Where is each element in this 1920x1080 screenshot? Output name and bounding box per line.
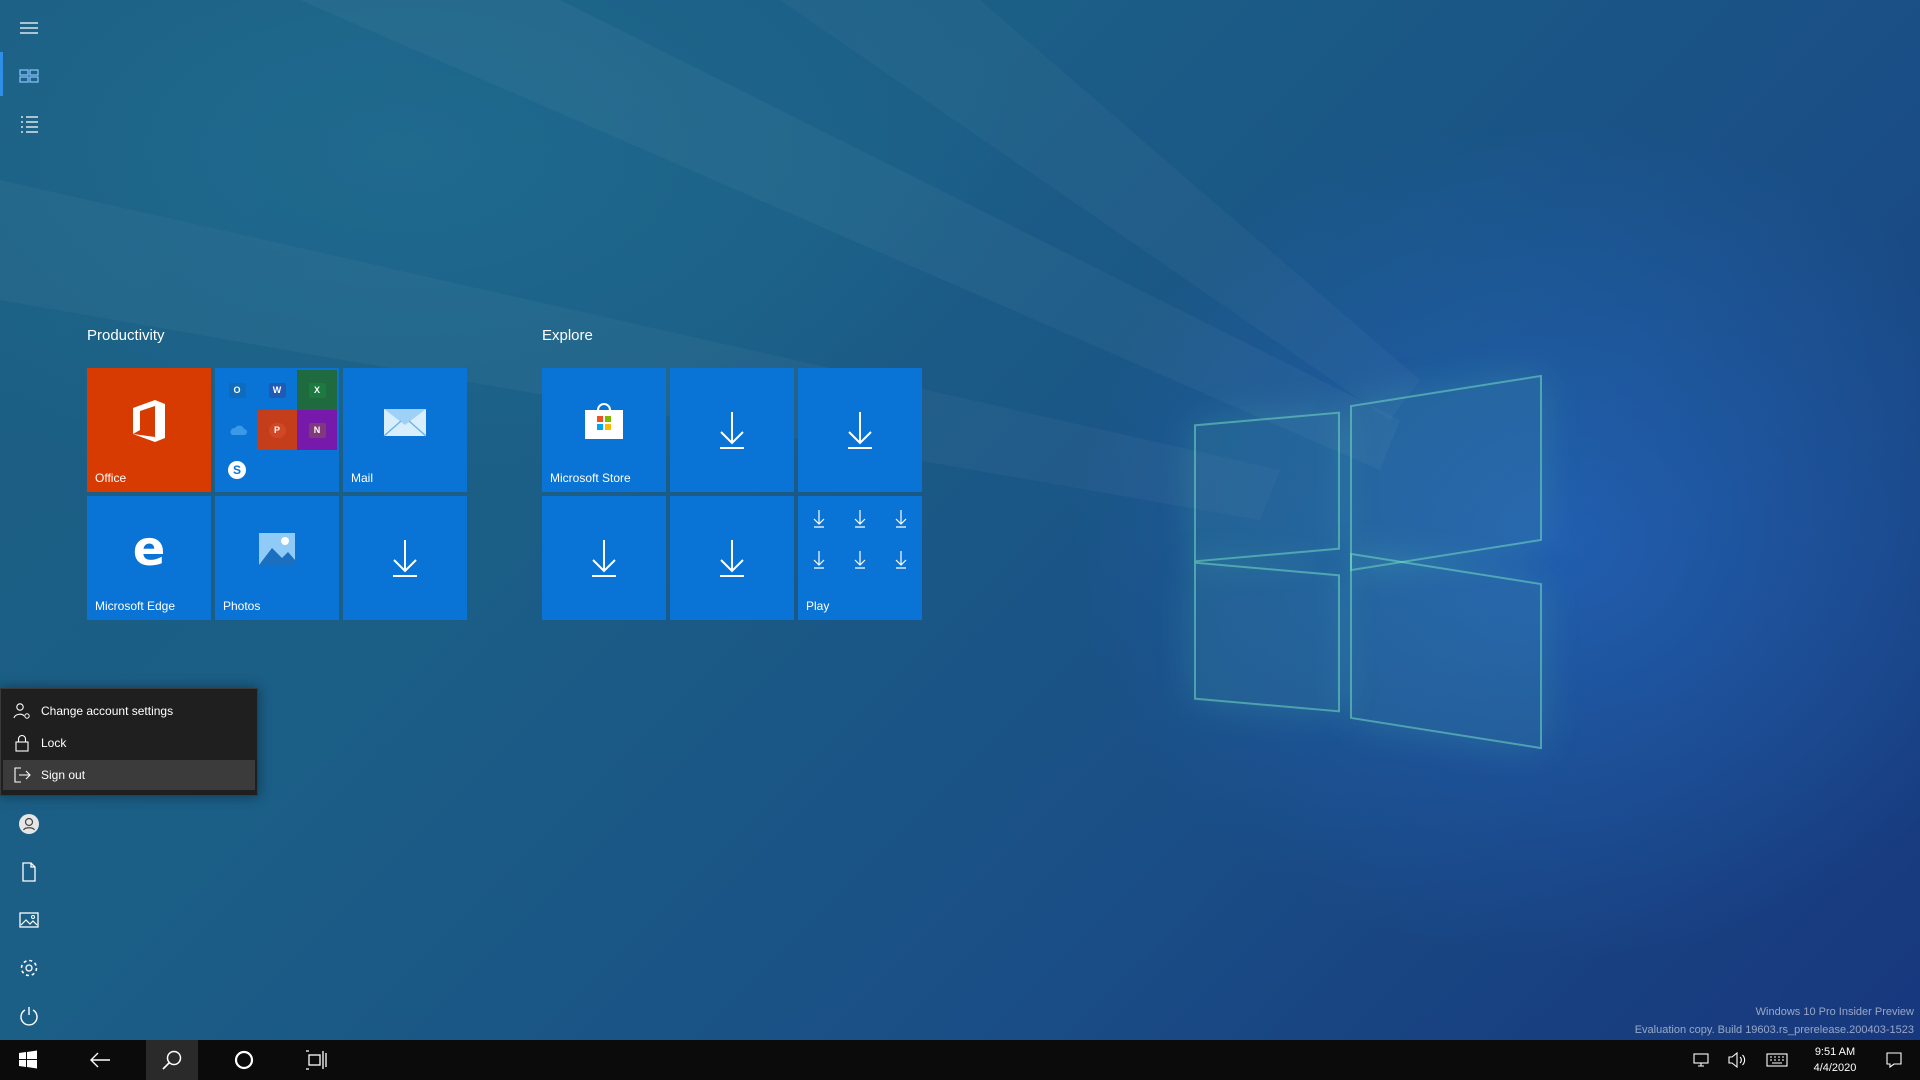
- tile-mail[interactable]: Mail: [343, 368, 467, 492]
- tile-pending-download[interactable]: [343, 496, 467, 620]
- sign-out-item[interactable]: Sign out: [3, 760, 255, 790]
- search-button[interactable]: [146, 1040, 198, 1080]
- powerpoint-icon: P: [257, 410, 297, 450]
- settings-button[interactable]: [0, 944, 58, 992]
- office-icon: [133, 400, 165, 442]
- flyout-item-label: Change account settings: [41, 704, 174, 718]
- outlook-icon: O: [217, 370, 257, 410]
- network-tray-button[interactable]: [1686, 1040, 1716, 1080]
- edge-icon: e: [132, 521, 166, 577]
- skype-icon: S: [217, 450, 257, 490]
- start-button[interactable]: [4, 1040, 52, 1080]
- mail-icon: [383, 409, 427, 437]
- download-icon: [393, 540, 417, 577]
- tile-pending-download[interactable]: [542, 496, 666, 620]
- network-icon: [1693, 1053, 1709, 1067]
- pinned-tiles-button[interactable]: [0, 52, 58, 100]
- tile-office[interactable]: Office: [87, 368, 211, 492]
- tile-label: Mail: [351, 471, 374, 485]
- user-icon: [19, 814, 39, 834]
- volume-tray-button[interactable]: [1722, 1040, 1752, 1080]
- action-center-button[interactable]: [1874, 1040, 1914, 1080]
- all-apps-list-icon: [21, 116, 38, 133]
- tile-label: Play: [806, 599, 830, 613]
- tile-pending-download[interactable]: [670, 496, 794, 620]
- change-account-settings-item[interactable]: Change account settings: [3, 696, 255, 726]
- group-title-explore[interactable]: Explore: [542, 327, 593, 344]
- tile-label: Microsoft Store: [550, 471, 631, 485]
- taskbar: 9:51 AM 4/4/2020: [0, 1040, 1920, 1080]
- clock-time: 9:51 AM: [1814, 1046, 1856, 1058]
- tile-office-apps-folder[interactable]: O W X P N S: [215, 368, 339, 492]
- back-icon: [90, 1052, 110, 1068]
- download-icon: [720, 540, 744, 577]
- taskbar-clock[interactable]: 9:51 AM 4/4/2020: [1800, 1044, 1870, 1076]
- search-icon: [162, 1050, 182, 1070]
- settings-gear-icon: [20, 959, 38, 977]
- build-watermark-line2: Evaluation copy. Build 19603.rs_prerelea…: [1634, 1024, 1914, 1036]
- build-watermark-line1: Windows 10 Pro Insider Preview: [1755, 1006, 1914, 1018]
- photos-icon: [259, 533, 295, 565]
- download-icon: [720, 412, 744, 449]
- power-button[interactable]: [0, 992, 58, 1040]
- tile-play-folder[interactable]: Play: [798, 496, 922, 620]
- onenote-icon: N: [297, 410, 337, 450]
- download-icon: [592, 540, 616, 577]
- all-apps-button[interactable]: [0, 100, 58, 148]
- expand-menu-button[interactable]: [0, 4, 58, 52]
- cortana-button[interactable]: [220, 1040, 268, 1080]
- tile-microsoft-edge[interactable]: e Microsoft Edge: [87, 496, 211, 620]
- tile-label: Office: [95, 471, 127, 485]
- sign-out-icon: [14, 767, 31, 783]
- documents-button[interactable]: [0, 848, 58, 896]
- cortana-icon: [234, 1050, 254, 1070]
- back-button[interactable]: [76, 1040, 124, 1080]
- pinned-tiles-icon: [19, 69, 39, 83]
- power-icon: [20, 1007, 38, 1026]
- user-account-button[interactable]: [0, 800, 58, 848]
- start-left-rail: [0, 0, 58, 1040]
- group-title-productivity[interactable]: Productivity: [87, 327, 165, 344]
- tile-pending-download[interactable]: [670, 368, 794, 492]
- task-view-button[interactable]: [292, 1040, 340, 1080]
- clock-date: 4/4/2020: [1813, 1062, 1857, 1074]
- person-settings-icon: [13, 703, 30, 719]
- account-flyout-menu: Change account settings Lock Sign out: [0, 688, 258, 796]
- lock-item[interactable]: Lock: [3, 728, 255, 758]
- tile-label: Photos: [223, 599, 261, 613]
- pictures-button[interactable]: [0, 896, 58, 944]
- keyboard-tray-button[interactable]: [1762, 1040, 1792, 1080]
- download-icon: [848, 412, 872, 449]
- store-icon: [585, 403, 623, 439]
- download-folder-icon: [813, 510, 907, 569]
- keyboard-icon: [1766, 1053, 1788, 1067]
- excel-icon: X: [297, 370, 337, 410]
- flyout-item-label: Sign out: [41, 768, 86, 782]
- documents-icon: [22, 862, 36, 882]
- word-icon: W: [257, 370, 297, 410]
- flyout-item-label: Lock: [41, 736, 67, 750]
- tile-pending-download[interactable]: [798, 368, 922, 492]
- onedrive-icon: [217, 410, 257, 450]
- tile-photos[interactable]: Photos: [215, 496, 339, 620]
- volume-icon: [1728, 1052, 1746, 1068]
- lock-icon: [15, 734, 29, 752]
- pictures-icon: [19, 912, 39, 928]
- tile-microsoft-store[interactable]: Microsoft Store: [542, 368, 666, 492]
- wallpaper-windows-logo: [1190, 374, 1550, 750]
- notifications-icon: [1886, 1052, 1902, 1069]
- hamburger-icon: [20, 22, 38, 34]
- task-view-icon: [306, 1050, 327, 1070]
- start-icon: [19, 1050, 37, 1069]
- tile-label: Microsoft Edge: [95, 599, 176, 613]
